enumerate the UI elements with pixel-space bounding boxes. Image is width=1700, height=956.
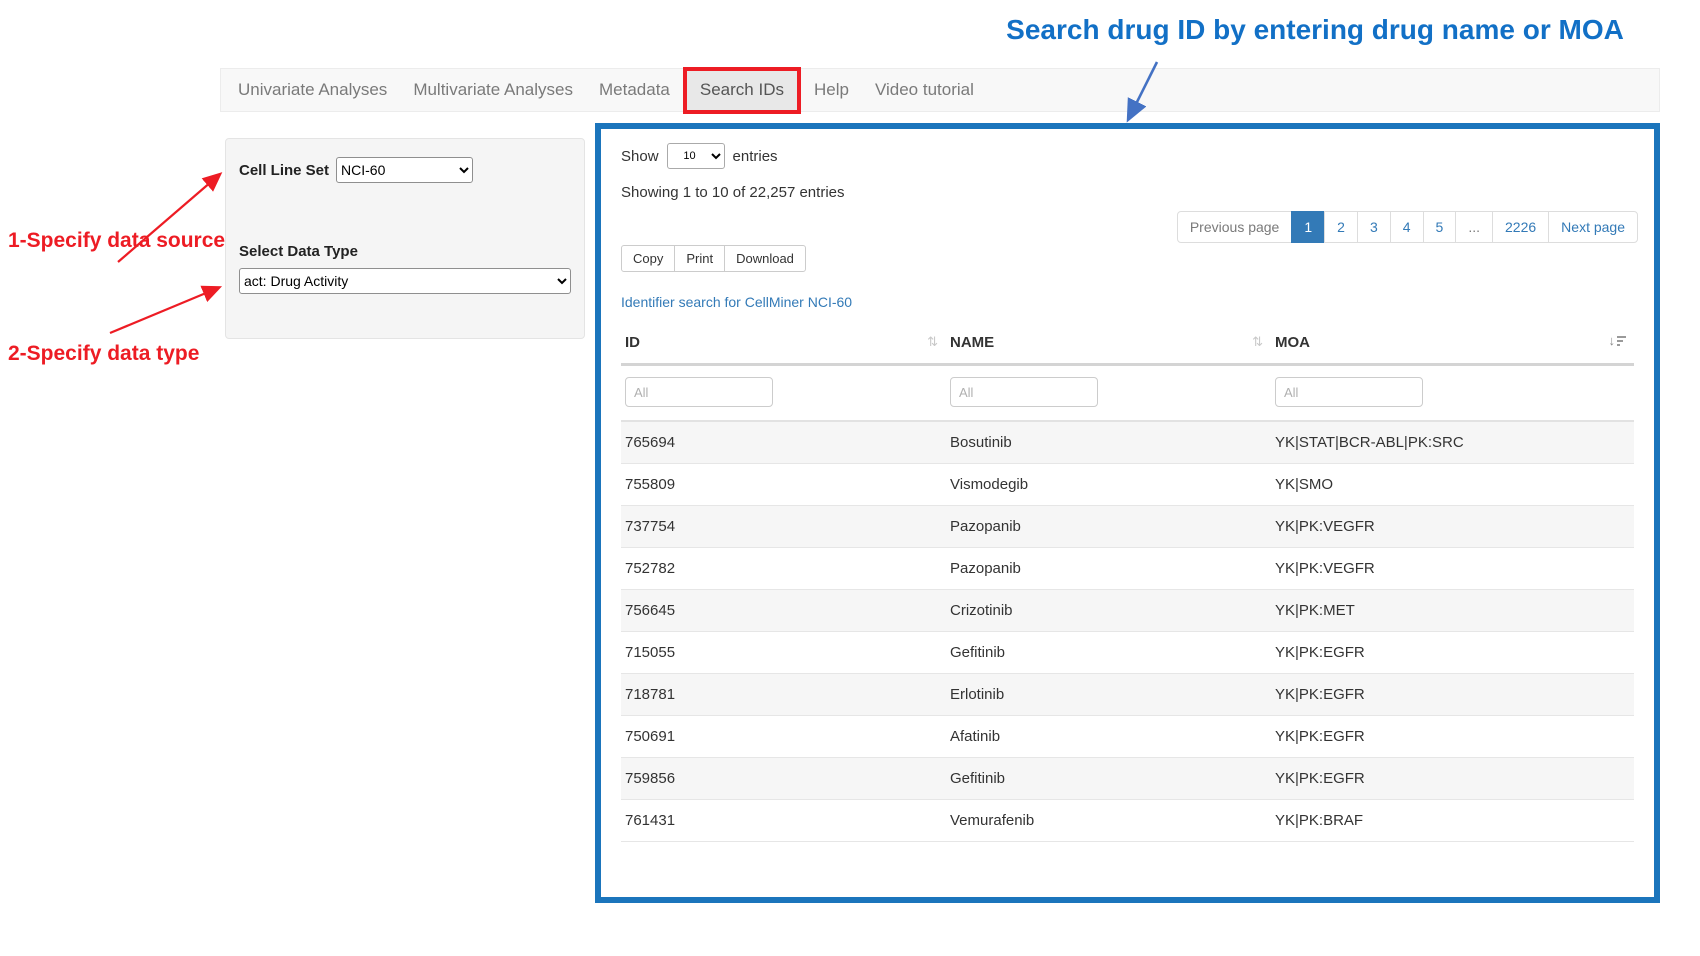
table-row: 715055 Gefitinib YK|PK:EGFR	[621, 632, 1634, 674]
data-type-select[interactable]: act: Drug Activity	[239, 268, 571, 294]
cell-name: Gefitinib	[946, 632, 1271, 674]
cell-name: Crizotinib	[946, 590, 1271, 632]
cell-name: Vemurafenib	[946, 800, 1271, 842]
cell-id: 750691	[621, 716, 946, 758]
column-header-moa[interactable]: MOA ↓	[1271, 324, 1634, 365]
cell-name: Pazopanib	[946, 506, 1271, 548]
name-filter-input[interactable]	[950, 377, 1098, 407]
page-length-control: Show 10 entries	[621, 143, 1634, 169]
cell-id: 759856	[621, 758, 946, 800]
table-row: 750691 Afatinib YK|PK:EGFR	[621, 716, 1634, 758]
cell-name: Vismodegib	[946, 464, 1271, 506]
cell-moa: YK|PK:VEGFR	[1271, 548, 1634, 590]
search-results-panel: Show 10 entries Showing 1 to 10 of 22,25…	[595, 123, 1660, 903]
show-label: Show	[621, 148, 659, 165]
page-ellipsis: ...	[1455, 211, 1493, 243]
cell-name: Pazopanib	[946, 548, 1271, 590]
page-button-5[interactable]: 5	[1423, 211, 1457, 243]
page-button-2[interactable]: 2	[1324, 211, 1358, 243]
id-filter-input[interactable]	[625, 377, 773, 407]
cell-moa: YK|PK:EGFR	[1271, 758, 1634, 800]
step2-arrow	[110, 288, 218, 333]
table-row: 759856 Gefitinib YK|PK:EGFR	[621, 758, 1634, 800]
page-button-1[interactable]: 1	[1291, 211, 1325, 243]
cell-id: 765694	[621, 421, 946, 464]
headline-annotation: Search drug ID by entering drug name or …	[995, 14, 1635, 46]
cell-id: 718781	[621, 674, 946, 716]
cell-id: 761431	[621, 800, 946, 842]
results-table: ID ⇅ NAME ⇅ MOA ↓	[621, 324, 1634, 842]
table-row: 761431 Vemurafenib YK|PK:BRAF	[621, 800, 1634, 842]
sort-icon-id[interactable]: ⇅	[927, 334, 938, 350]
print-button[interactable]: Print	[674, 245, 725, 272]
cell-line-set-select[interactable]: NCI-60	[336, 157, 473, 183]
page-length-select[interactable]: 10	[667, 143, 725, 169]
nav-item-help[interactable]: Help	[801, 68, 862, 112]
sort-icon-name[interactable]: ⇅	[1252, 334, 1263, 350]
cell-moa: YK|PK:EGFR	[1271, 716, 1634, 758]
cell-name: Gefitinib	[946, 758, 1271, 800]
cell-name: Erlotinib	[946, 674, 1271, 716]
cell-name: Afatinib	[946, 716, 1271, 758]
entries-label: entries	[733, 148, 778, 165]
sort-icon-moa[interactable]: ↓	[1609, 334, 1627, 347]
table-row: 755809 Vismodegib YK|SMO	[621, 464, 1634, 506]
table-row: 756645 Crizotinib YK|PK:MET	[621, 590, 1634, 632]
page-button-2226[interactable]: 2226	[1492, 211, 1549, 243]
export-button-group: Copy Print Download	[621, 245, 1634, 272]
previous-page-button[interactable]: Previous page	[1177, 211, 1293, 243]
table-row: 752782 Pazopanib YK|PK:VEGFR	[621, 548, 1634, 590]
column-header-id[interactable]: ID ⇅	[621, 324, 946, 365]
table-row: 718781 Erlotinib YK|PK:EGFR	[621, 674, 1634, 716]
nav-item-search-ids[interactable]: Search IDs	[683, 67, 801, 114]
nav-item-metadata[interactable]: Metadata	[586, 68, 683, 112]
nav-item-multivariate-analyses[interactable]: Multivariate Analyses	[400, 68, 586, 112]
cell-line-set-label: Cell Line Set	[239, 162, 329, 179]
cell-moa: YK|PK:MET	[1271, 590, 1634, 632]
column-header-name[interactable]: NAME ⇅	[946, 324, 1271, 365]
data-source-panel: Cell Line Set NCI-60 Select Data Type ac…	[225, 138, 585, 339]
moa-filter-input[interactable]	[1275, 377, 1423, 407]
cell-id: 715055	[621, 632, 946, 674]
cell-id: 737754	[621, 506, 946, 548]
identifier-search-link[interactable]: Identifier search for CellMiner NCI-60	[621, 294, 852, 310]
next-page-button[interactable]: Next page	[1548, 211, 1638, 243]
cell-id: 752782	[621, 548, 946, 590]
showing-entries-status: Showing 1 to 10 of 22,257 entries	[621, 184, 1634, 201]
main-navbar: Univariate Analyses Multivariate Analyse…	[220, 68, 1660, 112]
nav-item-univariate-analyses[interactable]: Univariate Analyses	[225, 68, 400, 112]
cell-moa: YK|PK:VEGFR	[1271, 506, 1634, 548]
cell-moa: YK|PK:EGFR	[1271, 674, 1634, 716]
cell-id: 755809	[621, 464, 946, 506]
cell-moa: YK|PK:EGFR	[1271, 632, 1634, 674]
step2-annotation: 2-Specify data type	[8, 342, 199, 366]
page-button-4[interactable]: 4	[1390, 211, 1424, 243]
pagination: Previous page 1 2 3 4 5 ... 2226 Next pa…	[1177, 211, 1638, 243]
cell-id: 756645	[621, 590, 946, 632]
nav-item-video-tutorial[interactable]: Video tutorial	[862, 68, 987, 112]
cell-moa: YK|PK:BRAF	[1271, 800, 1634, 842]
page-button-3[interactable]: 3	[1357, 211, 1391, 243]
copy-button[interactable]: Copy	[621, 245, 675, 272]
download-button[interactable]: Download	[724, 245, 806, 272]
cell-moa: YK|STAT|BCR-ABL|PK:SRC	[1271, 421, 1634, 464]
table-row: 765694 Bosutinib YK|STAT|BCR-ABL|PK:SRC	[621, 421, 1634, 464]
data-type-label: Select Data Type	[239, 243, 571, 260]
table-row: 737754 Pazopanib YK|PK:VEGFR	[621, 506, 1634, 548]
cell-moa: YK|SMO	[1271, 464, 1634, 506]
cell-name: Bosutinib	[946, 421, 1271, 464]
step1-annotation: 1-Specify data source	[8, 229, 225, 253]
